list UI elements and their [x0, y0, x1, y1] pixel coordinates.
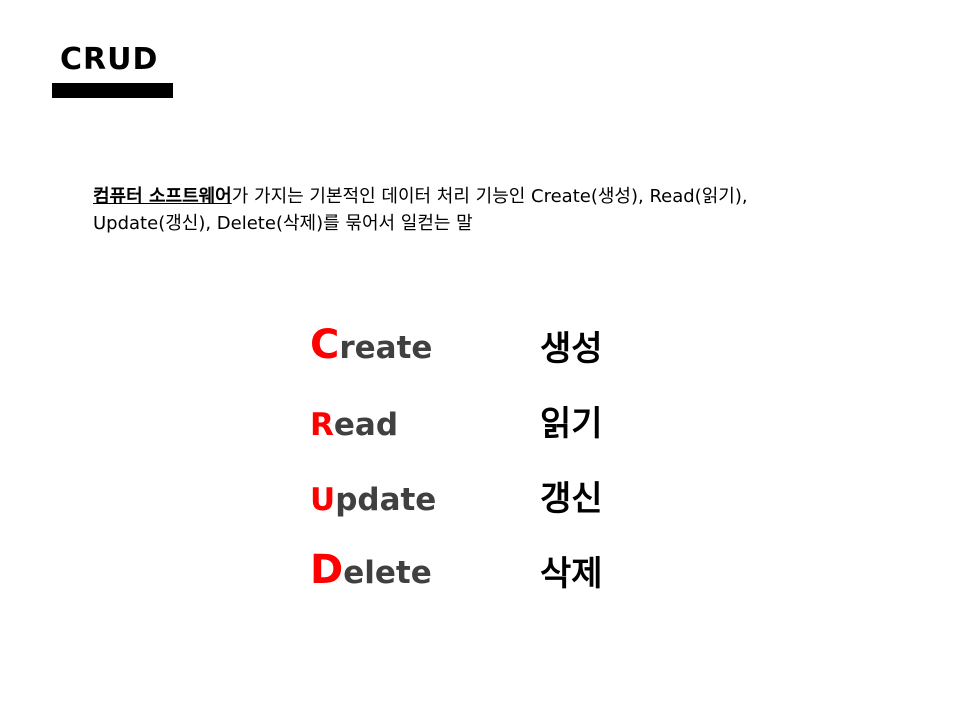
slide: CRUD 컴퓨터 소프트웨어가 가지는 기본적인 데이터 처리 기능인 Crea… — [0, 0, 960, 720]
crud-row-create: Create 생성 — [310, 305, 650, 380]
crud-list: Create 생성 Read 읽기 Update 갱신 Delete 삭제 — [310, 305, 650, 605]
crud-initial-letter: D — [310, 547, 344, 593]
definition-term: 컴퓨터 소프트웨어 — [93, 186, 232, 207]
crud-english-word: Read — [310, 407, 398, 443]
slide-title: CRUD — [60, 42, 159, 77]
crud-korean-word: 삭제 — [540, 554, 603, 594]
crud-english-word: Delete — [310, 547, 432, 593]
crud-word-rest: ead — [333, 407, 399, 443]
crud-row-read: Read 읽기 — [310, 380, 650, 455]
crud-korean-word: 생성 — [540, 329, 603, 369]
crud-initial-letter: R — [310, 407, 334, 443]
crud-korean-word: 읽기 — [540, 404, 603, 444]
crud-initial-letter: C — [310, 322, 340, 368]
crud-word-rest: reate — [339, 330, 433, 366]
crud-row-delete: Delete 삭제 — [310, 530, 650, 605]
crud-english-word: Create — [310, 322, 432, 368]
crud-row-update: Update 갱신 — [310, 455, 650, 530]
crud-word-rest: elete — [343, 555, 432, 591]
crud-word-rest: pdate — [335, 482, 437, 518]
title-underline-bar — [52, 83, 173, 98]
definition-text: 컴퓨터 소프트웨어가 가지는 기본적인 데이터 처리 기능인 Create(생성… — [93, 183, 833, 237]
crud-korean-word: 갱신 — [540, 479, 603, 519]
crud-initial-letter: U — [310, 482, 336, 518]
crud-english-word: Update — [310, 482, 436, 518]
